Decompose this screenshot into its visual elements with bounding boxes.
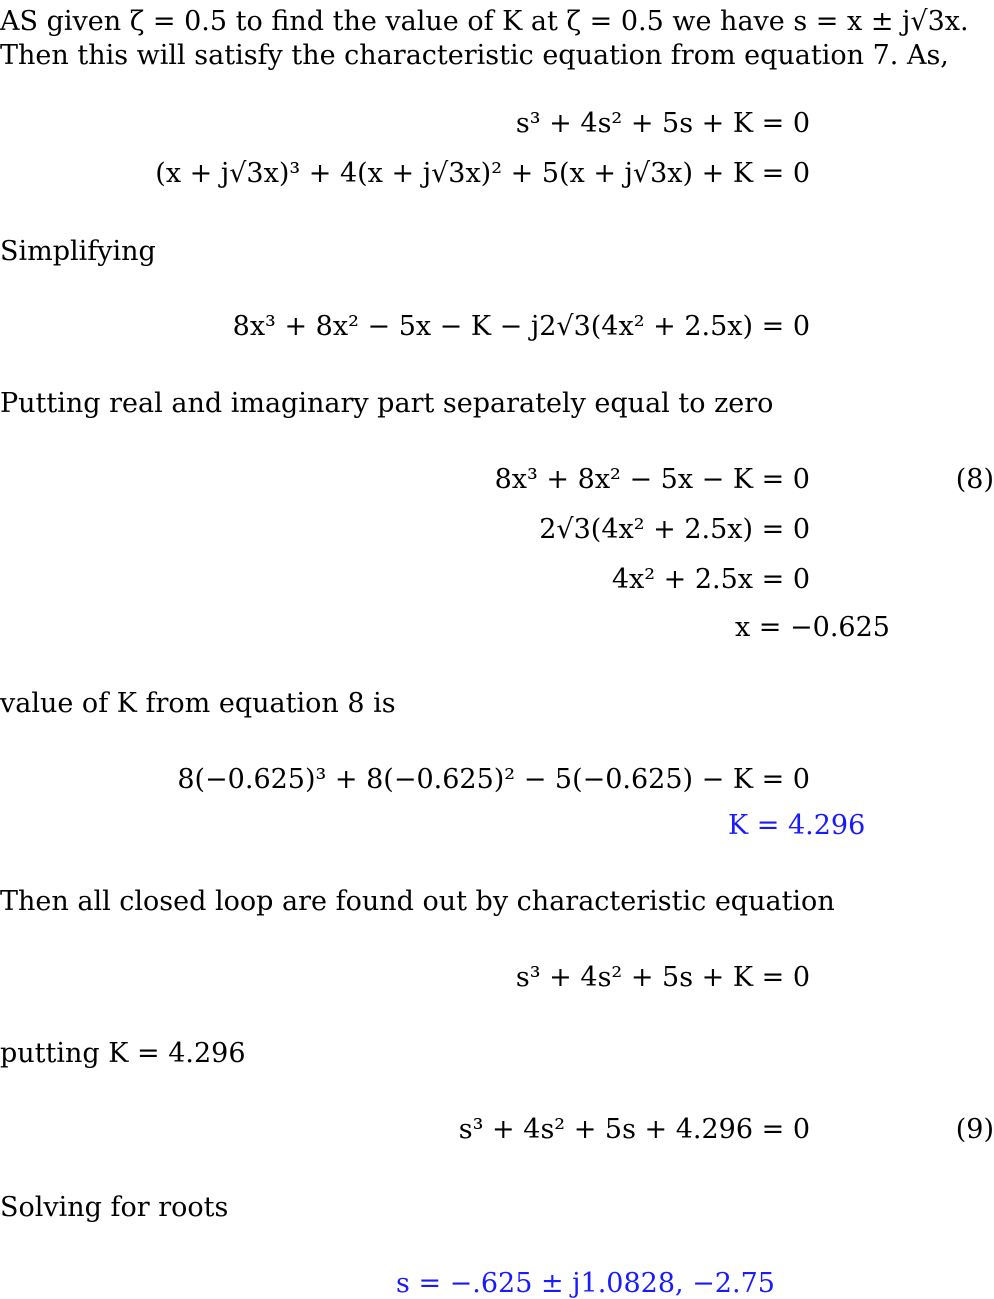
simplifying-label: Simplifying <box>0 236 156 267</box>
k-from-equation-label: value of K from equation 8 is <box>0 688 396 719</box>
x-solution: x = −0.625 <box>735 612 890 643</box>
substituted-equation: (x + j√3x)³ + 4(x + j√3x)² + 5(x + j√3x)… <box>155 158 810 189</box>
roots-result: s = −.625 ± j1.0828, −2.75 <box>396 1268 775 1299</box>
equation-number-8: (8) <box>955 464 994 495</box>
separate-parts-label: Putting real and imaginary part separate… <box>0 388 774 419</box>
k-substitution-equation: 8(−0.625)³ + 8(−0.625)² − 5(−0.625) − K … <box>177 764 810 795</box>
imaginary-part-equation: 2√3(4x² + 2.5x) = 0 <box>539 514 810 545</box>
closed-loop-label: Then all closed loop are found out by ch… <box>0 886 835 917</box>
equation-number-9: (9) <box>955 1114 994 1145</box>
solving-roots-label: Solving for roots <box>0 1192 229 1223</box>
quadratic-equation: 4x² + 2.5x = 0 <box>611 564 810 595</box>
characteristic-equation-2: s³ + 4s² + 5s + K = 0 <box>515 962 810 993</box>
final-characteristic-equation: s³ + 4s² + 5s + 4.296 = 0 <box>458 1114 810 1145</box>
real-part-equation: 8x³ + 8x² − 5x − K = 0 <box>494 464 810 495</box>
simplified-equation: 8x³ + 8x² − 5x − K − j2√3(4x² + 2.5x) = … <box>232 311 810 342</box>
intro-line-2: Then this will satisfy the characteristi… <box>0 40 949 71</box>
intro-line-1: AS given ζ = 0.5 to find the value of K … <box>0 6 969 37</box>
putting-k-label: putting K = 4.296 <box>0 1038 246 1069</box>
characteristic-equation: s³ + 4s² + 5s + K = 0 <box>515 108 810 139</box>
k-result: K = 4.296 <box>728 810 866 841</box>
